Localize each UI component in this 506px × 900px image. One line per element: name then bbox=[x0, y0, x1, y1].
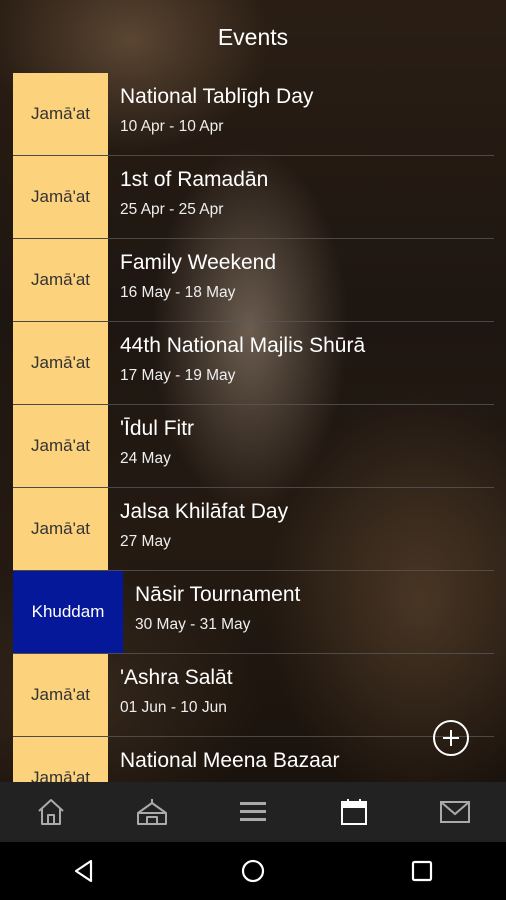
add-event-button[interactable] bbox=[433, 720, 469, 756]
event-row[interactable]: Jamā'at Family Weekend 16 May - 18 May bbox=[13, 239, 494, 322]
category-tag: Khuddam bbox=[13, 571, 123, 653]
mosque-icon bbox=[136, 799, 167, 825]
event-name: National Tablīgh Day bbox=[120, 85, 314, 108]
event-name: Family Weekend bbox=[120, 251, 277, 274]
event-date: 30 May - 31 May bbox=[135, 616, 251, 633]
category-tag: Jamā'at bbox=[13, 405, 108, 487]
event-name: 1st of Ramadān bbox=[120, 168, 269, 191]
tab-menu[interactable] bbox=[202, 782, 303, 842]
event-row[interactable]: Jamā'at National Tablīgh Day 10 Apr - 10 … bbox=[13, 73, 494, 156]
event-name: 'Īdul Fitr bbox=[120, 417, 195, 440]
page-title: Events bbox=[217, 24, 289, 50]
home-icon bbox=[37, 799, 64, 825]
tab-home[interactable] bbox=[0, 782, 101, 842]
home-circle-icon bbox=[241, 859, 265, 883]
event-row[interactable]: Jamā'at National Meena Bazaar bbox=[13, 737, 494, 782]
nav-home-button[interactable] bbox=[169, 842, 338, 900]
tab-calendar[interactable] bbox=[304, 782, 405, 842]
event-name: Nāsir Tournament bbox=[135, 583, 301, 606]
category-tag: Jamā'at bbox=[13, 737, 108, 782]
category-tag: Jamā'at bbox=[13, 654, 108, 736]
category-tag: Jamā'at bbox=[13, 488, 108, 570]
back-icon bbox=[75, 859, 93, 883]
nav-back-button[interactable] bbox=[0, 842, 169, 900]
calendar-icon bbox=[341, 799, 368, 825]
event-row[interactable]: Jamā'at 44th National Majlis Shūrā 17 May… bbox=[13, 322, 494, 405]
event-date: 25 Apr - 25 Apr bbox=[120, 201, 224, 218]
category-tag: Jamā'at bbox=[13, 73, 108, 155]
recents-icon bbox=[411, 860, 432, 882]
event-date: 01 Jun - 10 Jun bbox=[120, 699, 227, 716]
event-name: 'Ashra Salāt bbox=[120, 666, 233, 689]
mail-icon bbox=[440, 801, 471, 823]
nav-recents-button[interactable] bbox=[337, 842, 506, 900]
event-row[interactable]: Jamā'at 'Īdul Fitr 24 May bbox=[13, 405, 494, 488]
category-tag: Jamā'at bbox=[13, 322, 108, 404]
events-list[interactable]: Jamā'at National Tablīgh Day 10 Apr - 10 … bbox=[13, 73, 494, 782]
tab-mosque[interactable] bbox=[101, 782, 202, 842]
category-tag: Jamā'at bbox=[13, 156, 108, 238]
event-row[interactable]: Jamā'at Jalsa Khilāfat Day 27 May bbox=[13, 488, 494, 571]
tab-mail[interactable] bbox=[405, 782, 506, 842]
event-date: 27 May bbox=[120, 533, 171, 550]
event-name: National Meena Bazaar bbox=[120, 749, 340, 772]
event-date: 17 May - 19 May bbox=[120, 367, 236, 384]
event-date: 10 Apr - 10 Apr bbox=[120, 118, 224, 135]
bottom-tab-bar bbox=[0, 782, 506, 842]
menu-icon bbox=[240, 802, 266, 821]
event-name: Jalsa Khilāfat Day bbox=[120, 500, 289, 523]
event-row[interactable]: Jamā'at 1st of Ramadān 25 Apr - 25 Apr bbox=[13, 156, 494, 239]
event-row[interactable]: Khuddam Nāsir Tournament 30 May - 31 May bbox=[13, 571, 494, 654]
event-date: 16 May - 18 May bbox=[120, 284, 236, 301]
system-nav-bar bbox=[0, 842, 506, 900]
event-date: 24 May bbox=[120, 450, 171, 467]
category-tag: Jamā'at bbox=[13, 239, 108, 321]
event-row[interactable]: Jamā'at 'Ashra Salāt 01 Jun - 10 Jun bbox=[13, 654, 494, 737]
event-name: 44th National Majlis Shūrā bbox=[120, 334, 366, 357]
